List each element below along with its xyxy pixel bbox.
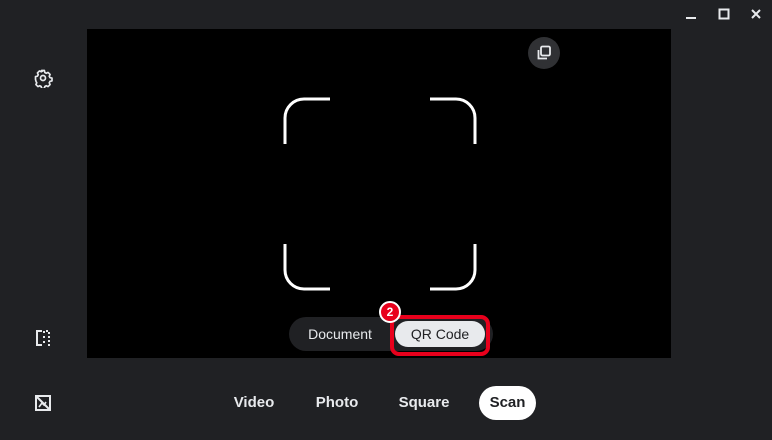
gear-icon [34,69,53,88]
close-icon [751,9,761,19]
scan-type-qr-code[interactable]: QR Code [395,321,485,347]
mode-scan[interactable]: Scan [479,386,536,420]
maximize-icon [718,8,730,20]
close-button[interactable] [746,4,766,24]
copy-icon [537,45,551,60]
camera-preview: Document QR Code 2 [87,29,671,358]
scan-frame [283,97,477,291]
mode-photo[interactable]: Photo [307,386,367,420]
step-badge: 2 [379,301,401,323]
copy-button[interactable] [528,37,560,69]
mirror-button[interactable] [30,325,56,351]
minimize-button[interactable] [681,4,701,24]
settings-button[interactable] [30,65,56,91]
mirror-flip-icon [36,330,50,346]
maximize-button[interactable] [714,4,734,24]
mode-square[interactable]: Square [392,386,456,420]
mode-video[interactable]: Video [224,386,284,420]
scan-type-document[interactable]: Document [293,321,387,347]
mode-selector: Video Photo Square Scan [0,386,772,420]
minimize-icon [686,17,696,19]
